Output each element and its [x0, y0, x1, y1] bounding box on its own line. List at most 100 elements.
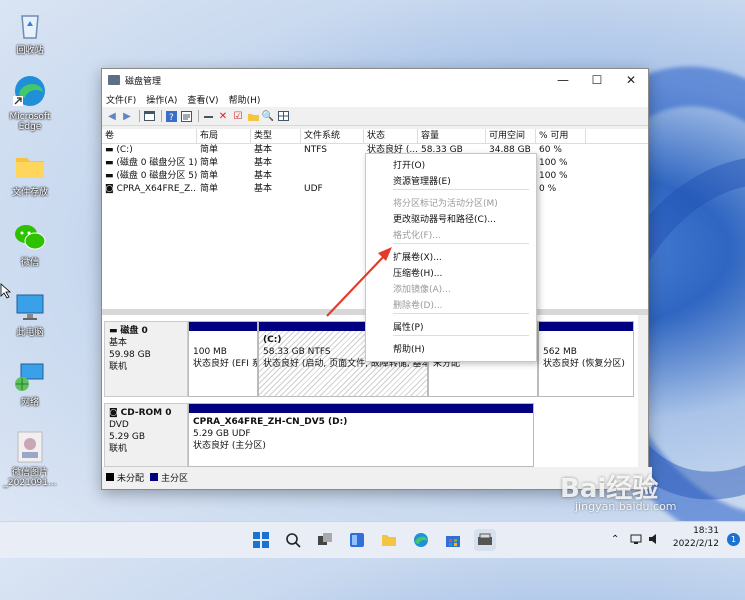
- partition-bar: [189, 322, 257, 331]
- grid-view-icon[interactable]: [277, 110, 289, 122]
- volume-cell: ▬ (磁盘 0 磁盘分区 5): [105, 171, 197, 181]
- menu-file[interactable]: 文件(F): [106, 93, 136, 106]
- filesystem-cell: [301, 170, 364, 183]
- percent-free-cell: 100 %: [539, 158, 568, 168]
- store-icon[interactable]: [442, 529, 464, 551]
- back-arrow-icon[interactable]: ◀: [106, 110, 118, 122]
- console-tree-icon[interactable]: [143, 110, 155, 122]
- partition-status: 状态良好 (主分区): [193, 441, 266, 451]
- disk-size: 59.98 GB: [109, 350, 151, 360]
- partition-title: [193, 334, 253, 346]
- disk-map-scrollbar[interactable]: [638, 315, 648, 467]
- disk-status: 联机: [109, 362, 128, 372]
- task-view-icon[interactable]: [314, 529, 336, 551]
- menu-item-open[interactable]: 打开(O): [393, 158, 425, 171]
- properties-icon[interactable]: [180, 110, 192, 122]
- desktop-icon-wechat[interactable]: 微信: [0, 220, 60, 268]
- connect-icon[interactable]: [202, 110, 214, 122]
- close-button[interactable]: ✕: [614, 69, 648, 91]
- help-icon[interactable]: ?: [165, 110, 177, 122]
- disk-management-app-icon: [108, 75, 120, 85]
- open-folder-icon[interactable]: [247, 110, 259, 122]
- search-icon[interactable]: 🔍: [262, 110, 274, 122]
- cdrom-0-label[interactable]: ◙ CD-ROM 0 DVD 5.29 GB 联机: [104, 403, 188, 467]
- col-header-status[interactable]: 状态: [364, 129, 418, 143]
- col-header-volume[interactable]: 卷: [102, 129, 197, 143]
- image-file-icon: [13, 430, 47, 464]
- desktop-icon-image-file[interactable]: 微信图片_2021091...: [0, 430, 60, 488]
- percent-free-cell: 60 %: [539, 145, 562, 155]
- window-title: 磁盘管理: [125, 76, 162, 87]
- network-tray-icon[interactable]: [630, 533, 642, 548]
- toolbar-separator: [161, 110, 162, 122]
- menu-separator: [393, 243, 529, 244]
- file-explorer-icon[interactable]: [378, 529, 400, 551]
- col-header-type[interactable]: 类型: [251, 129, 301, 143]
- col-header-layout[interactable]: 布局: [197, 129, 251, 143]
- partition-cdrom[interactable]: CPRA_X64FRE_ZH-CN_DV5 (D:) 5.29 GB UDF 状…: [188, 403, 534, 467]
- search-icon[interactable]: [282, 529, 304, 551]
- type-cell: 基本: [254, 171, 273, 181]
- start-windows-icon[interactable]: [250, 529, 272, 551]
- menu-item-add-mirror: 添加镜像(A)...: [393, 285, 451, 295]
- desktop-icon-edge[interactable]: Microsoft Edge: [0, 74, 60, 132]
- speaker-icon[interactable]: [648, 533, 660, 548]
- col-header-free-space[interactable]: 可用空间: [486, 129, 536, 143]
- partition-bar: [189, 404, 533, 413]
- maximize-button[interactable]: ☐: [580, 69, 614, 91]
- checklist-icon[interactable]: ☑: [232, 110, 244, 122]
- disk-management-window: 磁盘管理 — ☐ ✕ 文件(F) 操作(A) 查看(V) 帮助(H) ◀ ▶ ?…: [101, 68, 652, 490]
- percent-free-cell: 0 %: [539, 184, 557, 194]
- layout-cell: 简单: [200, 171, 219, 181]
- toolbar: ◀ ▶ ? ✕ ☑ 🔍: [102, 107, 648, 126]
- toolbar-separator: [139, 110, 140, 122]
- menu-separator: [393, 335, 529, 336]
- partition-bar: [539, 322, 633, 331]
- edge-icon[interactable]: [410, 529, 432, 551]
- desktop-icon-folder[interactable]: 文件存放: [0, 150, 60, 198]
- menu-item-change-drive-letter[interactable]: 更改驱动器号和路径(C)...: [393, 212, 496, 225]
- watermark-url: jingyan.baidu.com: [575, 500, 677, 513]
- disk-size: 5.29 GB: [109, 432, 146, 442]
- menu-action[interactable]: 操作(A): [146, 93, 177, 106]
- svg-text:?: ?: [169, 113, 174, 122]
- desktop-icon-network[interactable]: 网络: [0, 360, 60, 408]
- partition-recovery[interactable]: 562 MB 状态良好 (恢复分区): [538, 321, 634, 397]
- menu-item-help[interactable]: 帮助(H): [393, 342, 425, 355]
- col-header-capacity[interactable]: 容量: [418, 129, 486, 143]
- volume-list-header: 卷 布局 类型 文件系统 状态 容量 可用空间 % 可用: [102, 129, 648, 144]
- disk-type: 基本: [109, 338, 128, 348]
- widgets-icon[interactable]: [346, 529, 368, 551]
- layout-cell: 简单: [200, 184, 219, 194]
- layout-cell: 简单: [200, 158, 219, 168]
- menu-item-shrink-volume[interactable]: 压缩卷(H)...: [393, 266, 442, 279]
- chevron-up-icon[interactable]: ⌃: [611, 534, 619, 545]
- minimize-button[interactable]: —: [546, 69, 580, 91]
- cdrom-0-row: ◙ CD-ROM 0 DVD 5.29 GB 联机 CPRA_X64FRE_ZH…: [104, 403, 634, 467]
- partition-size: 5.29 GB UDF: [193, 429, 251, 439]
- menu-separator: [393, 189, 529, 190]
- delete-icon[interactable]: ✕: [217, 110, 229, 122]
- mouse-cursor-icon: [0, 283, 12, 299]
- system-clock[interactable]: 18:31 2022/2/12: [673, 525, 719, 551]
- clock-date: 2022/2/12: [672, 539, 719, 549]
- menu-item-extend-volume[interactable]: 扩展卷(X)...: [393, 250, 442, 263]
- disk-management-taskbar-icon[interactable]: [474, 529, 496, 551]
- partition-efi[interactable]: 100 MB 状态良好 (EFI 系: [188, 321, 258, 397]
- legend-unallocated: 未分配: [117, 473, 145, 484]
- disk-name: 磁盘 0: [120, 326, 148, 336]
- volume-cell: ▬ (C:): [105, 145, 133, 155]
- col-header-filesystem[interactable]: 文件系统: [301, 129, 364, 143]
- menu-help[interactable]: 帮助(H): [229, 93, 261, 106]
- forward-arrow-icon[interactable]: ▶: [121, 110, 133, 122]
- title-bar: 磁盘管理 — ☐ ✕: [102, 69, 648, 91]
- desktop-icon-recycle-bin[interactable]: 回收站: [0, 8, 60, 56]
- disk-0-label[interactable]: ▬ 磁盘 0 基本 59.98 GB 联机: [104, 321, 188, 397]
- percent-free-cell: 100 %: [539, 171, 568, 181]
- col-header-percent-free[interactable]: % 可用: [536, 129, 586, 143]
- menu-item-delete-volume: 删除卷(D)...: [393, 301, 443, 311]
- menu-item-explorer[interactable]: 资源管理器(E): [393, 174, 451, 187]
- menu-view[interactable]: 查看(V): [187, 93, 218, 106]
- notification-badge[interactable]: 1: [727, 533, 740, 546]
- menu-item-properties[interactable]: 属性(P): [393, 320, 423, 333]
